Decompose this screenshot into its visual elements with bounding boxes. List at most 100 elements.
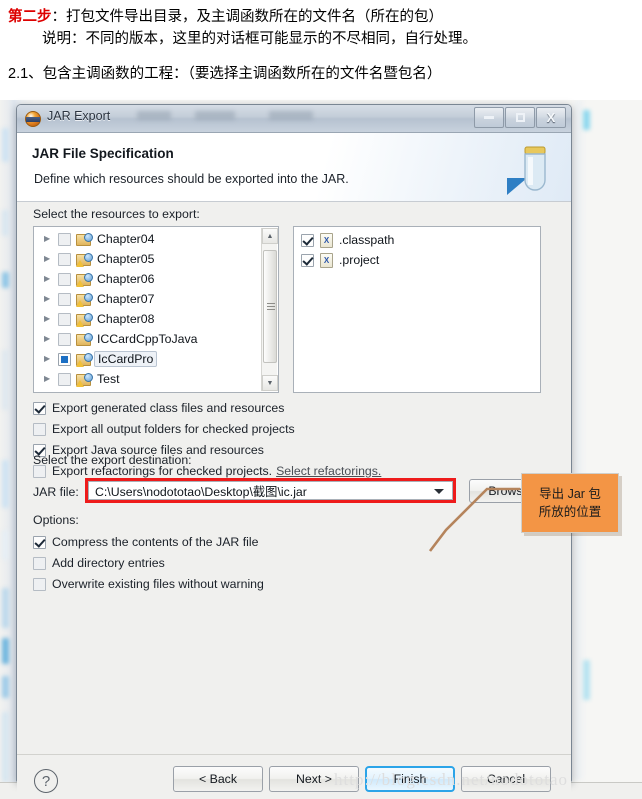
file-checkbox[interactable] [301,253,314,267]
tree-row-label: IcCardPro [94,351,158,367]
tree-row-label: Test [97,372,120,386]
tree-row[interactable]: ▶ Chapter04 [34,229,260,249]
project-folder-icon [76,372,93,387]
chevron-right-icon[interactable]: ▶ [44,295,58,303]
tree-row-label: Chapter07 [97,292,155,306]
chevron-right-icon[interactable]: ▶ [44,335,58,343]
page-subtitle: Define which resources should be exporte… [34,172,349,186]
tree-checkbox[interactable] [58,372,71,386]
back-button[interactable]: < Back [173,766,263,792]
jar-export-dialog: JAR Export X JAR File Specification Defi… [16,104,572,799]
dialog-header: JAR File Specification Define which reso… [17,133,571,202]
tree-checkbox[interactable] [58,232,71,246]
close-button[interactable]: X [536,107,566,128]
file-row[interactable]: X .classpath [294,230,540,250]
export-option-checkbox[interactable] [33,422,46,436]
file-row-label: .project [339,253,380,267]
jar-file-value: C:\Users\nodototao\Desktop\截图\ic.jar [95,484,307,499]
export-option-label: Export generated class files and resourc… [52,401,285,415]
chevron-right-icon[interactable]: ▶ [44,355,58,363]
jar-option-label: Compress the contents of the JAR file [52,535,259,549]
tree-checkbox[interactable] [58,252,71,266]
tree-checkbox[interactable] [58,292,71,306]
scroll-down-icon[interactable]: ▼ [262,375,278,391]
tree-checkbox[interactable] [58,352,71,366]
tree-row[interactable]: ▶ Chapter08 [34,309,260,329]
watermark: http://blog.csdn.net/nodototao [334,770,568,789]
chevron-right-icon[interactable]: ▶ [44,235,58,243]
doc-step-label: 第二步 [8,9,52,25]
jar-option-row[interactable]: Overwrite existing files without warning [33,577,264,591]
project-folder-icon [76,272,93,287]
jar-option-checkbox[interactable] [33,556,46,570]
tree-row[interactable]: ▶ Chapter07 [34,289,260,309]
tree-row[interactable]: ▶ Test [34,369,260,389]
jar-option-row[interactable]: Compress the contents of the JAR file [33,535,258,549]
jar-file-input[interactable]: C:\Users\nodototao\Desktop\截图\ic.jar [88,481,453,500]
project-folder-icon [76,332,93,346]
resource-file-list[interactable]: X .classpath X .project [293,226,541,393]
destination-label: Select the export destination: [33,453,192,467]
dialog-titlebar[interactable]: JAR Export X [17,105,571,133]
tree-row[interactable]: ▶ Chapter06 [34,269,260,289]
chevron-right-icon[interactable]: ▶ [44,375,58,383]
export-option-row[interactable]: Export all output folders for checked pr… [33,422,295,436]
jar-option-checkbox[interactable] [33,577,46,591]
x-file-icon: X [320,232,333,248]
tree-row-label: Chapter08 [97,312,155,326]
export-option-checkbox[interactable] [33,401,46,415]
jar-file-label: JAR file: [33,485,79,499]
doc-section-2-1: 2.1、包含主调函数的工程：（要选择主调函数所在的文件名暨包名） [8,66,442,82]
jar-option-label: Overwrite existing files without warning [52,577,264,591]
page-title: JAR File Specification [32,146,174,161]
tree-row-label: ICCardCppToJava [97,332,198,346]
tree-row[interactable]: ▶ IcCardPro [34,349,260,369]
file-checkbox[interactable] [301,233,314,247]
options-label: Options: [33,513,79,527]
doc-heading-step2: 第二步：打包文件导出目录，及主调函数所在的文件名（所在的包） [8,5,443,26]
dialog-body: Select the resources to export: ▶ Chapter… [17,202,571,754]
jar-file-highlight: C:\Users\nodototao\Desktop\截图\ic.jar [85,478,456,503]
jar-app-icon [25,111,41,127]
minimize-button[interactable] [474,107,504,128]
window-controls: X [474,107,566,128]
tree-row-label: Chapter05 [97,252,155,266]
tree-row-label: Chapter06 [97,272,155,286]
resource-tree[interactable]: ▶ Chapter04 ▶ Chapter05 ▶ Chapter06 ▶ Chapter07… [33,226,279,393]
scroll-up-icon[interactable]: ▲ [262,228,278,244]
file-row[interactable]: X .project [294,250,540,270]
project-folder-icon [76,312,93,327]
tree-row[interactable]: ▶ Chapter05 [34,249,260,269]
project-folder-icon [76,232,93,246]
dialog-title: JAR Export [47,109,111,123]
maximize-button[interactable] [505,107,535,128]
tree-row[interactable]: ▶ ICCardCppToJava [34,329,260,349]
project-folder-icon [76,292,93,307]
jar-option-checkbox[interactable] [33,535,46,549]
callout-line-2: 所放的位置 [538,505,602,519]
export-option-label: Export all output folders for checked pr… [52,422,295,436]
doc-note-line: 说明：不同的版本，这里的对话框可能显示的不尽相同，自行处理。 [42,31,477,47]
tree-checkbox[interactable] [58,332,71,346]
tree-row-label: Chapter04 [97,232,155,246]
close-icon: X [546,110,556,125]
chevron-right-icon[interactable]: ▶ [44,255,58,263]
callout-line-1: 导出 Jar 包 [539,486,601,501]
chevron-right-icon[interactable]: ▶ [44,315,58,323]
export-option-row[interactable]: Export generated class files and resourc… [33,401,284,415]
doc-step-text: ：打包文件导出目录，及主调函数所在的文件名（所在的包） [51,9,444,25]
project-folder-icon [76,352,93,367]
resources-label: Select the resources to export: [33,207,200,221]
page-root: 第二步：打包文件导出目录，及主调函数所在的文件名（所在的包） 说明：不同的版本，… [0,0,642,799]
chevron-right-icon[interactable]: ▶ [44,275,58,283]
tree-checkbox[interactable] [58,272,71,286]
chevron-down-icon[interactable] [434,488,444,494]
tree-scrollbar[interactable]: ▲ ▼ [261,228,278,391]
tree-checkbox[interactable] [58,312,71,326]
scrollbar-thumb[interactable] [263,250,277,363]
help-icon[interactable]: ? [34,769,58,793]
jar-option-row[interactable]: Add directory entries [33,556,165,570]
select-refactorings-link[interactable]: Select refactorings. [276,464,381,478]
project-folder-icon [76,252,93,267]
jar-option-label: Add directory entries [52,556,165,570]
